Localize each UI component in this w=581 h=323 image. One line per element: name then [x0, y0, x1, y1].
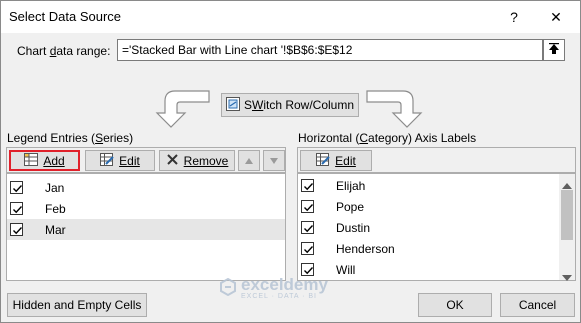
- move-down-button[interactable]: [263, 150, 285, 171]
- watermark-logo-icon: [219, 277, 237, 299]
- cancel-button[interactable]: Cancel: [500, 293, 575, 317]
- edit-series-icon: [100, 152, 114, 169]
- title-bar: Select Data Source ? ✕: [1, 1, 580, 33]
- series-checkbox[interactable]: [10, 223, 23, 236]
- legend-series-list[interactable]: Jan Feb Mar: [6, 173, 286, 281]
- dialog-title: Select Data Source: [9, 9, 122, 24]
- remove-series-button[interactable]: Remove: [159, 150, 235, 171]
- switch-row-column-icon: [225, 96, 240, 114]
- add-series-label: Add: [43, 153, 65, 168]
- scroll-down-arrow-icon[interactable]: [562, 270, 572, 284]
- edit-axis-labels-button[interactable]: Edit: [300, 150, 372, 171]
- chart-data-range-label: Chart data range:: [17, 44, 111, 58]
- edit-series-label: Edit: [119, 153, 140, 168]
- category-label: Dustin: [336, 220, 371, 235]
- category-checkbox[interactable]: [301, 200, 314, 213]
- add-series-button[interactable]: Add: [9, 150, 80, 171]
- edit-axis-icon: [316, 152, 330, 169]
- curved-arrow-left-icon: [151, 85, 211, 132]
- cancel-label: Cancel: [518, 298, 557, 312]
- category-checkbox[interactable]: [301, 179, 314, 192]
- scroll-thumb[interactable]: [561, 190, 573, 240]
- select-data-source-dialog: Select Data Source ? ✕ Chart data range:…: [0, 0, 581, 323]
- list-item[interactable]: Elijah: [298, 175, 558, 196]
- move-up-button[interactable]: [238, 150, 260, 171]
- remove-series-label: Remove: [183, 153, 229, 168]
- edit-axis-label: Edit: [335, 153, 356, 168]
- category-label: Elijah: [336, 178, 366, 193]
- list-item[interactable]: Jan: [7, 177, 285, 198]
- edit-series-button[interactable]: Edit: [85, 150, 155, 171]
- list-item[interactable]: Henderson: [298, 238, 558, 259]
- axis-labels-label: Horizontal (Category) Axis Labels: [298, 131, 477, 145]
- remove-x-icon: [166, 153, 179, 169]
- close-button[interactable]: ✕: [541, 5, 571, 29]
- category-label: Henderson: [336, 241, 395, 256]
- list-item[interactable]: Pope: [298, 196, 558, 217]
- list-item-selected[interactable]: Mar: [7, 219, 285, 240]
- category-label: Will: [336, 262, 356, 277]
- triangle-up-icon: [244, 154, 254, 168]
- watermark-text: exceldemy EXCEL · DATA · BI: [241, 275, 328, 300]
- category-label: Pope: [336, 199, 365, 214]
- collapse-dialog-button[interactable]: [543, 39, 565, 61]
- hidden-empty-cells-button[interactable]: Hidden and Empty Cells: [7, 293, 147, 317]
- list-item[interactable]: Dustin: [298, 217, 558, 238]
- switch-row-column-button[interactable]: SWitch Row/Column: [221, 93, 359, 117]
- curved-arrow-right-icon: [365, 85, 429, 132]
- hidden-empty-cells-label: Hidden and Empty Cells: [12, 298, 142, 312]
- list-item[interactable]: Will: [298, 259, 558, 280]
- axis-toolbar: Edit: [297, 147, 576, 173]
- add-series-icon: [24, 152, 39, 169]
- series-checkbox[interactable]: [10, 181, 23, 194]
- legend-entries-label: Legend Entries (Series): [7, 131, 134, 145]
- series-label: Jan: [45, 180, 65, 195]
- triangle-down-icon: [269, 154, 279, 168]
- help-button[interactable]: ?: [499, 5, 529, 29]
- collapse-up-arrow-icon: [548, 42, 560, 58]
- switch-row-column-label: SWitch Row/Column: [243, 98, 355, 112]
- series-label: Feb: [45, 201, 66, 216]
- watermark: exceldemy EXCEL · DATA · BI: [219, 275, 328, 300]
- series-checkbox[interactable]: [10, 202, 23, 215]
- category-checkbox[interactable]: [301, 221, 314, 234]
- axis-labels-list[interactable]: Elijah Pope Dustin Henderson Will: [297, 173, 576, 281]
- ok-button[interactable]: OK: [418, 293, 492, 317]
- series-label: Mar: [45, 222, 66, 237]
- category-checkbox[interactable]: [301, 242, 314, 255]
- ok-label: OK: [446, 298, 464, 312]
- chart-data-range-input[interactable]: [117, 39, 543, 61]
- axis-list-scrollbar[interactable]: [559, 174, 575, 281]
- list-item[interactable]: Feb: [7, 198, 285, 219]
- legend-toolbar: Add Edit Remove: [6, 147, 286, 173]
